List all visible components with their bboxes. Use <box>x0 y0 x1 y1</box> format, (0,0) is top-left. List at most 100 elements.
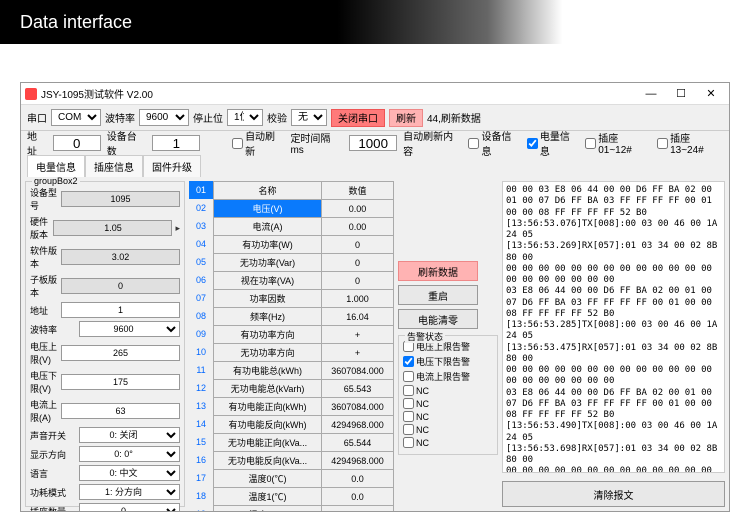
alarm-checkbox[interactable] <box>403 385 414 396</box>
clear-log-button[interactable]: 清除报文 <box>502 481 725 507</box>
index-cell[interactable]: 02 <box>189 199 213 217</box>
addr-input[interactable] <box>53 135 101 151</box>
alarm-checkbox[interactable] <box>403 371 414 382</box>
alarm-checkbox[interactable] <box>403 424 414 435</box>
tab-socketinfo[interactable]: 插座信息 <box>85 155 143 177</box>
close-port-button[interactable]: 关闭串口 <box>331 109 385 127</box>
timer-input[interactable] <box>349 135 397 151</box>
dev-addr-input[interactable] <box>61 302 180 318</box>
table-row[interactable]: 电流(A)0.00 <box>214 218 394 236</box>
index-cell[interactable]: 18 <box>189 487 213 505</box>
index-cell[interactable]: 10 <box>189 343 213 361</box>
alarm-select[interactable]: 0: 关闭 <box>79 427 180 443</box>
devcount-label: 设备台数 <box>107 128 147 158</box>
devinfo-checkbox[interactable] <box>468 138 479 149</box>
restart-button[interactable]: 重启 <box>398 285 478 305</box>
table-row[interactable]: 温度1(℃)0.0 <box>214 488 394 506</box>
alarm-item: NC <box>403 398 493 409</box>
port-select[interactable]: COM3 <box>51 109 101 126</box>
sub-input <box>61 278 180 294</box>
index-cell[interactable]: 16 <box>189 451 213 469</box>
index-cell[interactable]: 08 <box>189 307 213 325</box>
col-name: 名称 <box>214 182 322 200</box>
table-row[interactable]: 温度1(%)0.0 <box>214 506 394 512</box>
devcount-input[interactable] <box>152 135 200 151</box>
index-cell[interactable]: 12 <box>189 379 213 397</box>
disp-select[interactable]: 0: 0° <box>79 446 180 462</box>
tab-elecinfo[interactable]: 电量信息 <box>27 155 85 177</box>
model-input <box>61 191 180 207</box>
index-cell[interactable]: 14 <box>189 415 213 433</box>
baud-select[interactable]: 9600 <box>139 109 189 126</box>
arrow-icon[interactable]: ▸ <box>175 223 180 234</box>
col-value: 数值 <box>322 182 394 200</box>
socket1-checkbox[interactable] <box>585 138 596 149</box>
stop-label: 停止位 <box>193 110 223 125</box>
table-row[interactable]: 有功功率方向+ <box>214 326 394 344</box>
alarm-item: NC <box>403 424 493 435</box>
table-row[interactable]: 有功电能总(kWh)3607084.000 <box>214 362 394 380</box>
dev-baud-select[interactable]: 9600 <box>79 321 180 337</box>
lang-select[interactable]: 0: 中文 <box>79 465 180 481</box>
alarm-checkbox[interactable] <box>403 356 414 367</box>
socketn-select[interactable]: 0 <box>79 503 180 511</box>
index-cell[interactable]: 07 <box>189 289 213 307</box>
maximize-button[interactable]: ☐ <box>667 85 695 103</box>
curr-upper-input[interactable] <box>61 403 180 419</box>
alarm-checkbox[interactable] <box>403 411 414 422</box>
table-row[interactable]: 有功电能反向(kWh)4294968.000 <box>214 416 394 434</box>
index-cell[interactable]: 04 <box>189 235 213 253</box>
table-row[interactable]: 无功电能反向(kVa...4294968.000 <box>214 452 394 470</box>
table-row[interactable]: 无功电能正向(kVa...65.544 <box>214 434 394 452</box>
alarm-item: NC <box>403 411 493 422</box>
index-cell[interactable]: 01 <box>189 181 213 199</box>
table-row[interactable]: 无功功率方向+ <box>214 344 394 362</box>
hex-log[interactable]: 00 00 03 E8 06 44 00 00 D6 FF BA 02 00 0… <box>502 181 725 473</box>
status-text: 44,刷新数据 <box>427 110 481 125</box>
check-select[interactable]: 无 <box>291 109 327 126</box>
index-cell[interactable]: 05 <box>189 253 213 271</box>
alarm-checkbox[interactable] <box>403 398 414 409</box>
alarm-status-panel: 告警状态 电压上限告警电压下限告警电流上限告警NCNCNCNCNC <box>398 335 498 455</box>
elecinfo-checkbox[interactable] <box>527 138 538 149</box>
refresh-data-button[interactable]: 刷新数据 <box>398 261 478 281</box>
tab-firmware[interactable]: 固件升级 <box>143 155 201 177</box>
index-cell[interactable]: 09 <box>189 325 213 343</box>
hw-input <box>53 220 172 236</box>
energy-clear-button[interactable]: 电能清零 <box>398 309 478 329</box>
auto-refresh-checkbox[interactable] <box>232 138 243 149</box>
table-row[interactable]: 电压(V)0.00 <box>214 200 394 218</box>
index-cell[interactable]: 13 <box>189 397 213 415</box>
titlebar: JSY-1095测试软件 V2.00 — ☐ ✕ <box>21 83 729 105</box>
table-row[interactable]: 频率(Hz)16.04 <box>214 308 394 326</box>
table-row[interactable]: 有功功率(W)0 <box>214 236 394 254</box>
table-row[interactable]: 无功电能总(kVarh)65.543 <box>214 380 394 398</box>
minimize-button[interactable]: — <box>637 85 665 103</box>
index-cell[interactable]: 06 <box>189 271 213 289</box>
socket2-checkbox[interactable] <box>657 138 668 149</box>
volt-upper-input[interactable] <box>61 345 180 361</box>
alarm-item: NC <box>403 385 493 396</box>
alarm-checkbox[interactable] <box>403 437 414 448</box>
table-row[interactable]: 功率因数1.000 <box>214 290 394 308</box>
volt-lower-input[interactable] <box>61 374 180 390</box>
table-row[interactable]: 有功电能正向(kWh)3607084.000 <box>214 398 394 416</box>
data-table: 名称数值 电压(V)0.00电流(A)0.00有功功率(W)0无功功率(Var)… <box>213 181 394 511</box>
close-button[interactable]: ✕ <box>697 85 725 103</box>
stop-select[interactable]: 1位 <box>227 109 263 126</box>
refresh-button[interactable]: 刷新 <box>389 109 423 127</box>
index-cell[interactable]: 15 <box>189 433 213 451</box>
table-row[interactable]: 温度0(℃)0.0 <box>214 470 394 488</box>
pmode-select[interactable]: 1: 分方向 <box>79 484 180 500</box>
index-cell[interactable]: 19 <box>189 505 213 511</box>
index-cell[interactable]: 11 <box>189 361 213 379</box>
index-cell[interactable]: 03 <box>189 217 213 235</box>
table-row[interactable]: 无功功率(Var)0 <box>214 254 394 272</box>
table-row[interactable]: 视在功率(VA)0 <box>214 272 394 290</box>
timer-label: 定时间隔ms <box>290 130 343 156</box>
alarm-title: 告警状态 <box>405 330 445 343</box>
alarm-item: 电压下限告警 <box>403 355 493 368</box>
auto-refresh-label: 自动刷新 <box>245 128 284 158</box>
window-title: JSY-1095测试软件 V2.00 <box>41 86 153 101</box>
index-cell[interactable]: 17 <box>189 469 213 487</box>
